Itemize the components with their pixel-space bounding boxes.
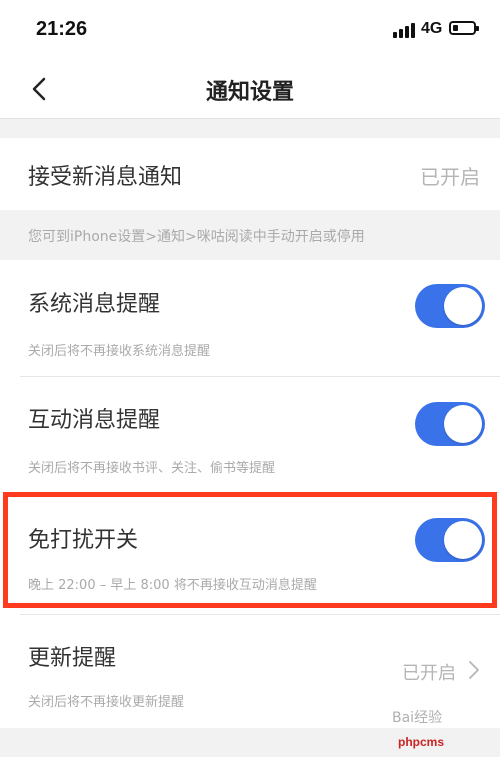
update-reminder-label: 更新提醒 bbox=[28, 646, 117, 671]
receive-notification-row: 接受新消息通知 已开启 bbox=[0, 138, 500, 210]
divider bbox=[20, 492, 500, 493]
network-type: 4G bbox=[421, 20, 443, 37]
system-message-toggle[interactable] bbox=[415, 284, 485, 328]
divider bbox=[20, 376, 500, 377]
chevron-right-icon[interactable] bbox=[468, 660, 480, 680]
status-bar: 21:26 4G bbox=[0, 0, 500, 60]
receive-notification-status: 已开启 bbox=[420, 165, 480, 189]
status-time: 21:26 bbox=[36, 18, 88, 40]
interaction-message-toggle[interactable] bbox=[415, 402, 485, 446]
signal-icon bbox=[393, 22, 417, 38]
settings-tip: 您可到iPhone设置>通知>咪咕阅读中手动开启或停用 bbox=[28, 229, 365, 245]
system-message-desc: 关闭后将不再接收系统消息提醒 bbox=[28, 344, 211, 359]
watermark-logo: Bai经验 bbox=[392, 710, 443, 726]
do-not-disturb-desc: 晚上 22:00 – 早上 8:00 将不再接收互动消息提醒 bbox=[28, 578, 317, 593]
do-not-disturb-toggle[interactable] bbox=[415, 518, 485, 562]
watermark-site: phpcms bbox=[398, 735, 445, 749]
system-message-label: 系统消息提醒 bbox=[28, 292, 161, 317]
update-reminder-status[interactable]: 已开启 bbox=[402, 659, 456, 685]
interaction-message-label: 互动消息提醒 bbox=[28, 408, 161, 433]
divider bbox=[20, 614, 500, 615]
update-reminder-desc: 关闭后将不再接收更新提醒 bbox=[28, 695, 185, 710]
battery-icon bbox=[449, 21, 479, 35]
page-title: 通知设置 bbox=[205, 80, 294, 105]
do-not-disturb-label: 免打扰开关 bbox=[28, 528, 139, 553]
navigation-bar: 通知设置 bbox=[0, 60, 500, 119]
receive-notification-label: 接受新消息通知 bbox=[28, 165, 183, 190]
interaction-message-desc: 关闭后将不再接收书评、关注、偷书等提醒 bbox=[28, 461, 276, 476]
